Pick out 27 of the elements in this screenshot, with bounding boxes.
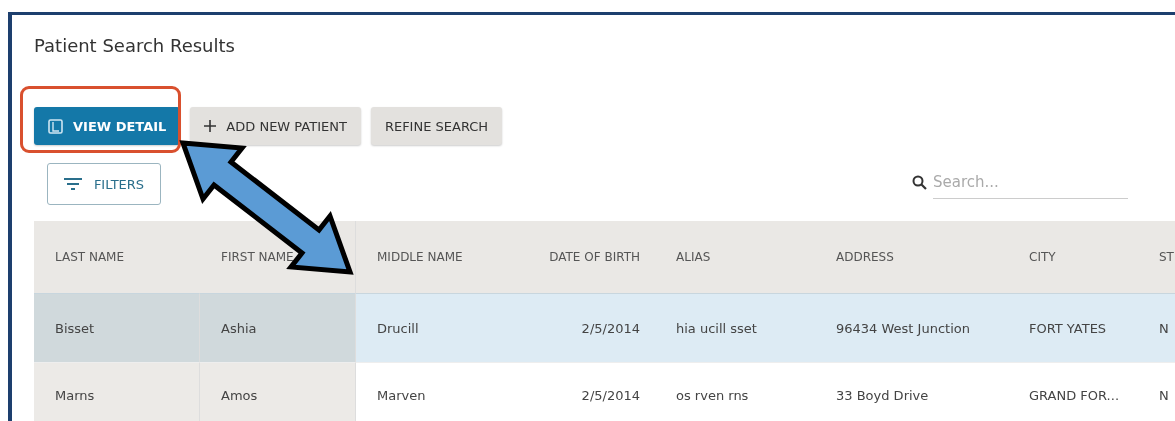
column-header[interactable]: MIDDLE NAME: [356, 221, 520, 293]
table-cell: 96434 West Junction: [815, 293, 1008, 362]
filter-icon: [63, 177, 82, 191]
search-field[interactable]: Search...: [933, 165, 1128, 199]
search-icon: [912, 174, 927, 190]
column-header[interactable]: ADDRESS: [815, 221, 1008, 293]
page-title: Patient Search Results: [34, 35, 236, 58]
column-header[interactable]: CITY: [1008, 221, 1138, 293]
table-cell: hia ucill sset: [655, 293, 815, 362]
table-cell: Ashia: [200, 293, 356, 362]
refine-search-button[interactable]: REFINE SEARCH: [370, 107, 503, 145]
table-cell: Marns: [34, 362, 200, 421]
add-patient-button[interactable]: ADD NEW PATIENT: [190, 107, 361, 145]
view-detail-button[interactable]: VIEW DETAIL: [34, 107, 181, 145]
column-header[interactable]: ST: [1138, 221, 1175, 293]
document-icon: [48, 118, 63, 134]
table-cell: 2/5/2014: [520, 293, 655, 362]
table-cell: Bisset: [34, 293, 200, 362]
table-cell: FORT YATES: [1008, 293, 1138, 362]
plus-icon: [204, 120, 217, 132]
table-cell: Amos: [200, 362, 356, 421]
table-cell: Drucill: [356, 293, 520, 362]
column-header[interactable]: ALIAS: [655, 221, 815, 293]
table-cell: N: [1138, 293, 1175, 362]
column-header[interactable]: LAST NAME: [34, 221, 200, 293]
filters-button[interactable]: FILTERS: [47, 163, 161, 205]
column-header[interactable]: DATE OF BIRTH: [520, 221, 655, 293]
